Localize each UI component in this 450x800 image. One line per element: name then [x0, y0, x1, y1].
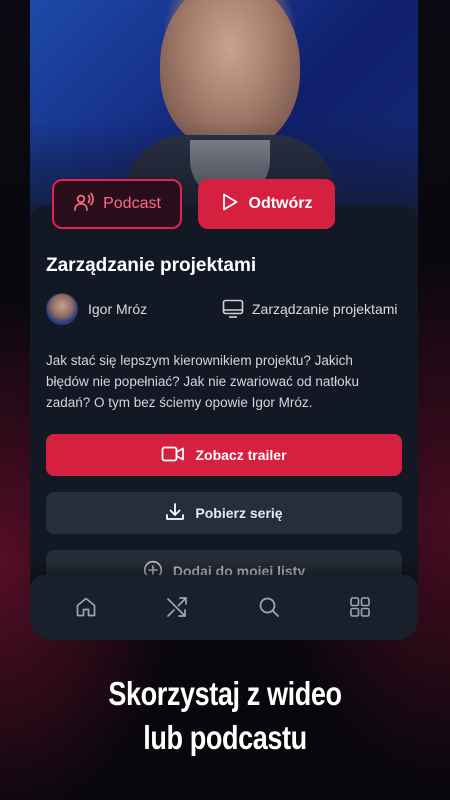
- trailer-label: Zobacz trailer: [195, 447, 287, 463]
- monitor-icon: [222, 299, 244, 324]
- home-icon: [74, 597, 98, 623]
- bottom-navigation: [30, 575, 418, 640]
- promo-line-2: lub podcastu: [143, 719, 307, 756]
- video-camera-icon: [161, 445, 185, 466]
- play-icon: [221, 192, 239, 217]
- play-label: Odtwórz: [248, 195, 313, 212]
- category-label[interactable]: Zarządzanie projektami: [252, 301, 398, 317]
- nav-search[interactable]: [257, 595, 281, 619]
- search-icon: [257, 597, 281, 623]
- nav-home[interactable]: [74, 595, 98, 619]
- promo-caption: Skorzystaj z wideo lub podcastu: [41, 672, 410, 760]
- download-label: Pobierz serię: [195, 505, 283, 521]
- podcast-label: Podcast: [103, 195, 161, 212]
- phone-screen: Zarządzanie projektami Igor Mróz Zarządz…: [30, 0, 418, 640]
- podcast-button[interactable]: Podcast: [52, 179, 182, 229]
- avatar[interactable]: [46, 293, 78, 325]
- podcast-icon: [73, 191, 95, 218]
- play-button[interactable]: Odtwórz: [198, 179, 335, 229]
- page-title: Zarządzanie projektami: [46, 255, 257, 276]
- course-meta: Igor Mróz Zarządzanie projektami: [46, 293, 404, 325]
- grid-icon: [348, 597, 372, 623]
- primary-actions: Podcast Odtwórz: [52, 179, 366, 229]
- nav-categories[interactable]: [348, 595, 372, 619]
- download-series-button[interactable]: Pobierz serię: [46, 492, 402, 534]
- trailer-button[interactable]: Zobacz trailer: [46, 434, 402, 476]
- nav-shuffle[interactable]: [165, 595, 189, 619]
- course-description: Jak stać się lepszym kierownikiem projek…: [46, 353, 359, 410]
- download-icon: [165, 502, 185, 525]
- shuffle-icon: [165, 597, 189, 623]
- author-name[interactable]: Igor Mróz: [88, 301, 147, 317]
- promo-line-1: Skorzystaj z wideo: [108, 675, 342, 712]
